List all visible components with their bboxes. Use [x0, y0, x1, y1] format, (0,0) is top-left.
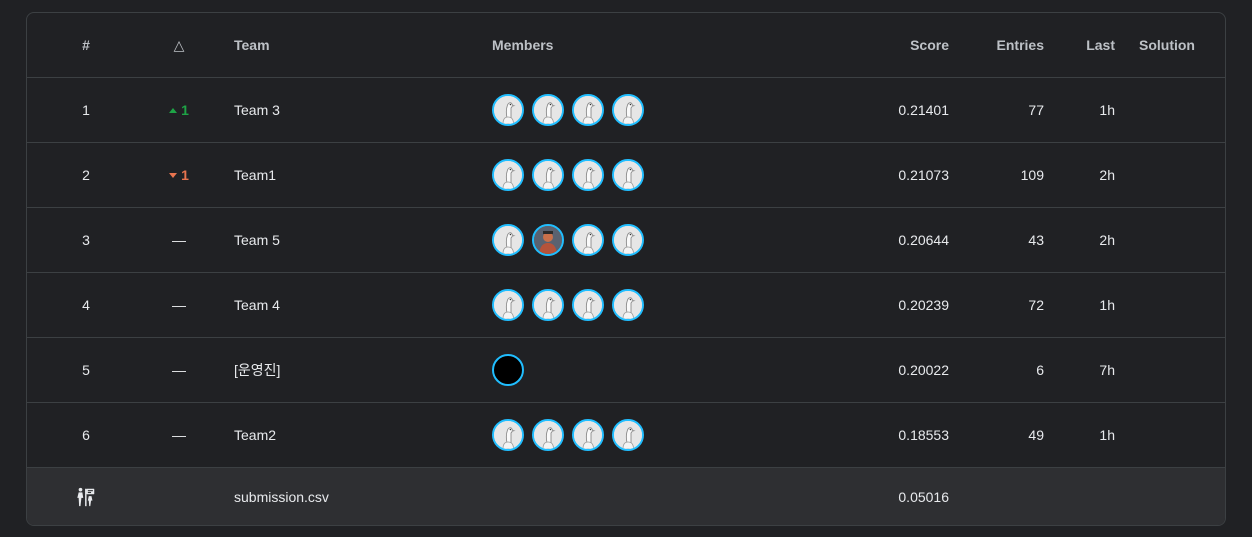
team-score: 0.18553	[898, 427, 949, 443]
rank-delta-value: —	[172, 362, 186, 378]
rank-number: 4	[82, 297, 90, 313]
team-score: 0.20022	[898, 362, 949, 378]
team-name[interactable]: Team 5	[234, 208, 484, 272]
header-score[interactable]: Score	[787, 13, 949, 77]
avatar[interactable]	[612, 289, 644, 321]
rank-delta-value: —	[172, 297, 186, 313]
header-members: Members	[492, 37, 554, 53]
arrow-down-icon	[169, 172, 178, 178]
rank-delta: 1	[145, 78, 213, 142]
team-name[interactable]: [운영진]	[234, 338, 484, 402]
avatar[interactable]	[492, 354, 524, 386]
avatar[interactable]	[612, 159, 644, 191]
avatar[interactable]	[492, 419, 524, 451]
team-entries: 43	[1028, 232, 1044, 248]
team-score: 0.20644	[898, 232, 949, 248]
team-last-submission: 7h	[1099, 362, 1115, 378]
avatar[interactable]	[612, 419, 644, 451]
leaderboard-header: # △ Team Members Score Entries Last Solu…	[27, 13, 1225, 78]
arrow-up-icon	[169, 107, 178, 113]
team-name[interactable]: Team1	[234, 143, 484, 207]
header-entries[interactable]: Entries	[952, 13, 1044, 77]
header-solution: Solution	[1139, 37, 1195, 53]
header-team[interactable]: Team	[234, 13, 484, 77]
rank-number: 2	[82, 167, 90, 183]
avatar[interactable]	[492, 289, 524, 321]
avatar[interactable]	[532, 94, 564, 126]
header-rank[interactable]: #	[27, 13, 145, 77]
table-row[interactable]: 2 1 Team1 0.21073 109 2h	[27, 143, 1225, 208]
team-entries: 109	[1020, 167, 1044, 183]
rank-delta: —	[145, 273, 213, 337]
team-entries: 49	[1028, 427, 1044, 443]
submission-score: 0.05016	[898, 488, 949, 505]
team-members	[492, 78, 792, 142]
leaderboard: # △ Team Members Score Entries Last Solu…	[26, 12, 1226, 526]
table-row[interactable]: 1 1 Team 3 0.21401 77 1h	[27, 78, 1225, 143]
team-name[interactable]: Team 4	[234, 273, 484, 337]
avatar[interactable]	[532, 419, 564, 451]
avatar[interactable]	[572, 289, 604, 321]
rank-delta-value: —	[172, 427, 186, 443]
rank-number: 6	[82, 427, 90, 443]
avatar[interactable]	[572, 159, 604, 191]
team-last-submission: 1h	[1099, 102, 1115, 118]
table-row[interactable]: 6 — Team2 0.18553 49 1h	[27, 403, 1225, 468]
team-members	[492, 208, 792, 272]
team-name[interactable]: Team2	[234, 403, 484, 467]
team-last-submission: 2h	[1099, 232, 1115, 248]
benchmark-icon	[27, 468, 145, 525]
team-last-submission: 1h	[1099, 427, 1115, 443]
avatar[interactable]	[612, 224, 644, 256]
avatar[interactable]	[572, 224, 604, 256]
avatar[interactable]	[492, 159, 524, 191]
rank-delta: —	[145, 208, 213, 272]
rank-delta-value: —	[172, 232, 186, 248]
table-row[interactable]: 3 — Team 5 0.20644 43 2h	[27, 208, 1225, 273]
team-last-submission: 2h	[1099, 167, 1115, 183]
rank-number: 5	[82, 362, 90, 378]
rank-delta: —	[145, 403, 213, 467]
submission-filename: submission.csv	[234, 488, 329, 505]
team-entries: 77	[1028, 102, 1044, 118]
avatar[interactable]	[532, 224, 564, 256]
table-row[interactable]: 5 — [운영진] 0.20022 6 7h	[27, 338, 1225, 403]
avatar[interactable]	[612, 94, 644, 126]
team-members	[492, 273, 792, 337]
rank-delta-value: 1	[181, 167, 189, 183]
rank-delta-value: 1	[181, 102, 189, 118]
header-delta[interactable]: △	[145, 13, 213, 77]
avatar[interactable]	[532, 289, 564, 321]
team-members	[492, 338, 792, 402]
table-row[interactable]: 4 — Team 4 0.20239 72 1h	[27, 273, 1225, 338]
team-members	[492, 143, 792, 207]
avatar[interactable]	[532, 159, 564, 191]
team-entries: 6	[1036, 362, 1044, 378]
team-members	[492, 403, 792, 467]
team-name[interactable]: Team 3	[234, 78, 484, 142]
avatar[interactable]	[572, 419, 604, 451]
submission-row[interactable]: submission.csv 0.05016	[27, 468, 1225, 525]
avatar[interactable]	[572, 94, 604, 126]
rank-number: 3	[82, 232, 90, 248]
rank-delta: 1	[145, 143, 213, 207]
rank-number: 1	[82, 102, 90, 118]
team-score: 0.21401	[898, 102, 949, 118]
avatar[interactable]	[492, 94, 524, 126]
team-entries: 72	[1028, 297, 1044, 313]
header-last[interactable]: Last	[1047, 13, 1115, 77]
team-score: 0.21073	[898, 167, 949, 183]
team-score: 0.20239	[898, 297, 949, 313]
rank-delta: —	[145, 338, 213, 402]
avatar[interactable]	[492, 224, 524, 256]
team-last-submission: 1h	[1099, 297, 1115, 313]
